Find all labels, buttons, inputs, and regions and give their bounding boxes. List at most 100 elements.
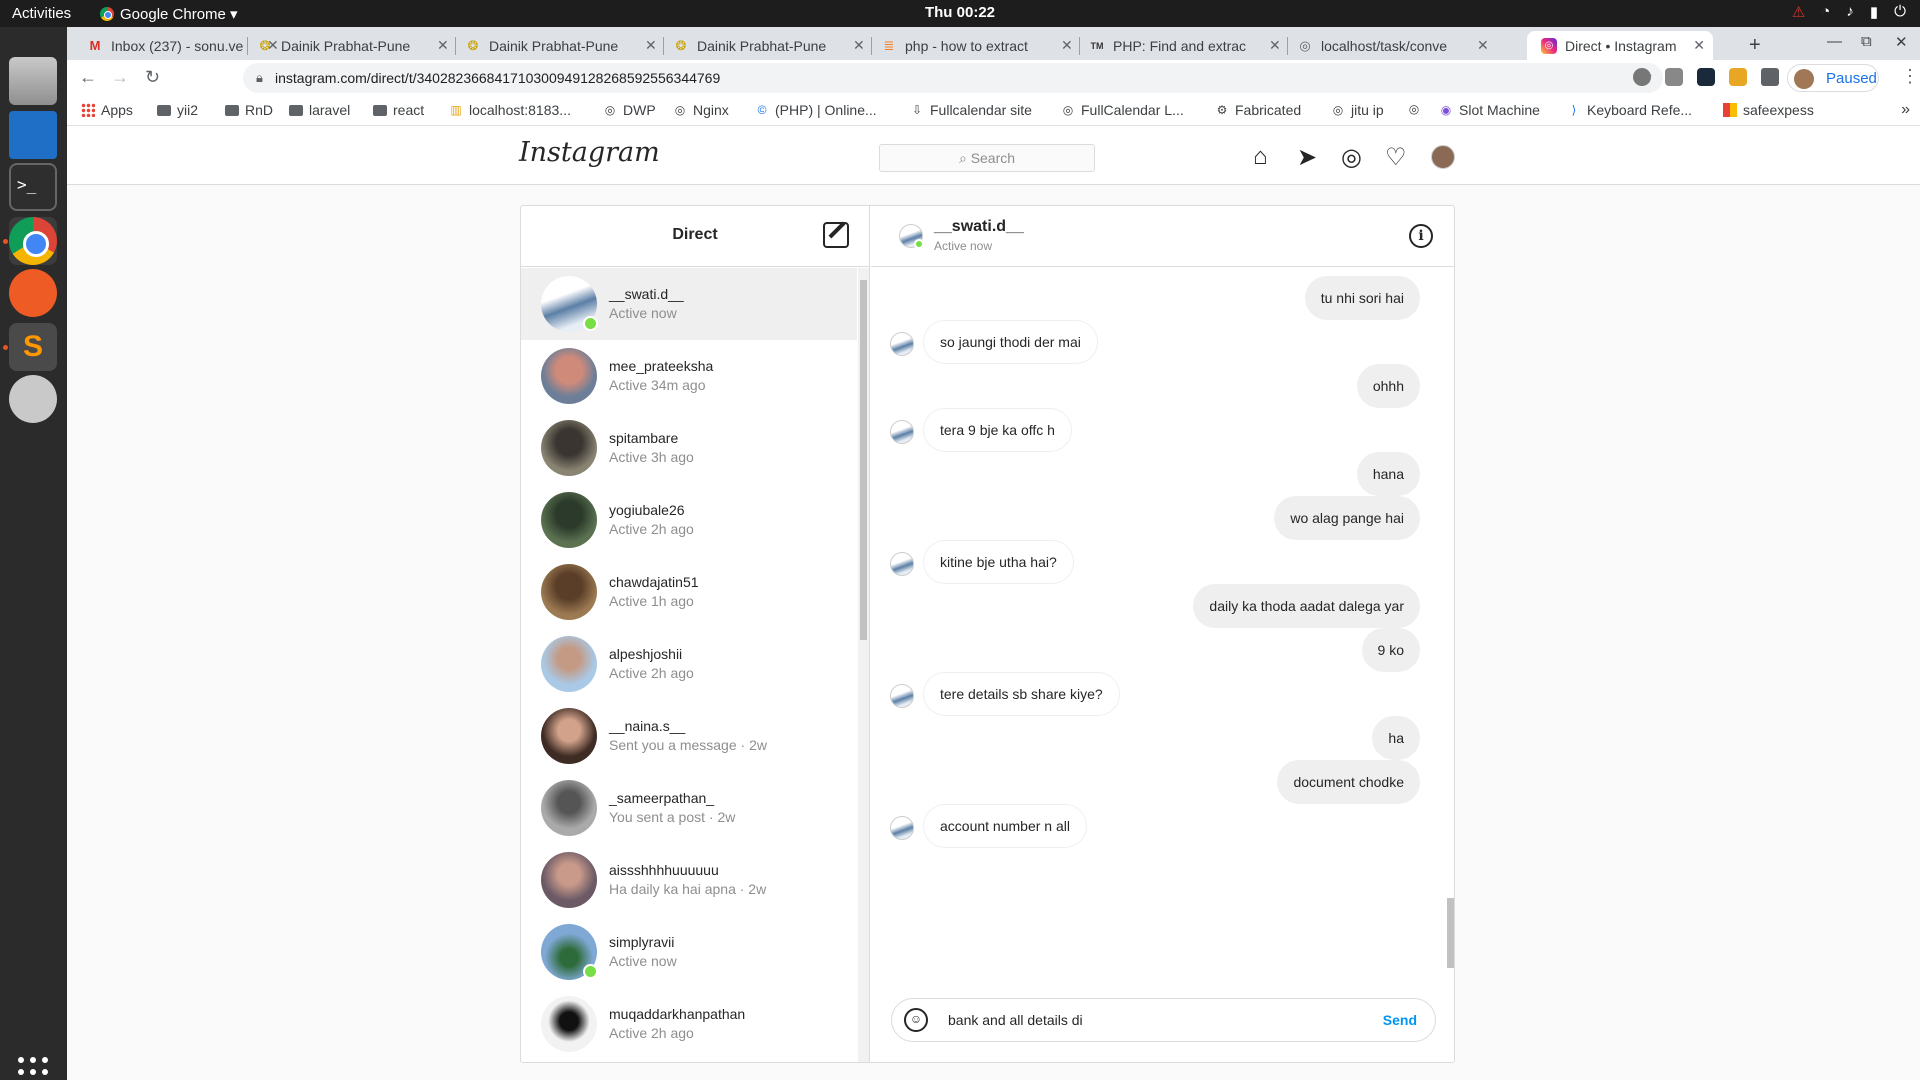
volume-icon[interactable]: ♪ bbox=[1846, 3, 1854, 21]
tab-dainik-1[interactable]: ❂ Dainik Prabhat-Pune ✕ bbox=[249, 31, 457, 60]
close-window-icon[interactable]: ✕ bbox=[1895, 33, 1908, 51]
message-input[interactable] bbox=[948, 1009, 1348, 1031]
chrome-menu-icon[interactable]: ⋮ bbox=[1901, 66, 1919, 87]
url-text[interactable]: instagram.com/direct/t/34028236684171030… bbox=[275, 70, 720, 86]
app-menu[interactable]: Google Chrome ▾ bbox=[100, 5, 238, 23]
bookmark-apps[interactable]: Apps bbox=[81, 102, 133, 118]
home-icon[interactable]: ⌂ bbox=[1253, 143, 1268, 171]
bookmark-link[interactable]: safeexpess bbox=[1723, 102, 1814, 118]
message-list: tu nhi sori hai so jaungi thodi der mai … bbox=[871, 268, 1454, 978]
settings-tools-icon[interactable] bbox=[9, 375, 57, 423]
thread-item[interactable]: alpeshjoshii Active 2h ago bbox=[521, 628, 857, 700]
close-tab-icon[interactable]: ✕ bbox=[853, 37, 865, 54]
search-input[interactable]: ⌕ Search bbox=[879, 144, 1095, 172]
send-button[interactable]: Send bbox=[1383, 1012, 1417, 1028]
sublime-text-icon[interactable]: S bbox=[9, 323, 57, 371]
warning-icon[interactable]: ⚠ bbox=[1792, 3, 1805, 21]
battery-icon[interactable]: ▮ bbox=[1870, 3, 1878, 21]
message-list-scrollbar[interactable] bbox=[1446, 268, 1454, 978]
bookmark-link[interactable]: ⇩ Fullcalendar site bbox=[910, 102, 1032, 118]
more-bookmarks-icon[interactable]: » bbox=[1901, 101, 1910, 119]
files-icon[interactable] bbox=[9, 57, 57, 105]
direct-messages-icon[interactable]: ➤ bbox=[1297, 143, 1317, 172]
profile-button[interactable]: Paused bbox=[1787, 64, 1879, 92]
back-icon[interactable]: ← bbox=[79, 67, 97, 88]
bookmark-link[interactable]: ◉ Slot Machine bbox=[1439, 102, 1540, 118]
thread-item[interactable]: aissshhhhuuuuuu Ha daily ka hai apna · 2… bbox=[521, 844, 857, 916]
activity-heart-icon[interactable]: ♡ bbox=[1385, 143, 1407, 172]
scrollbar-thumb[interactable] bbox=[860, 280, 867, 640]
explore-compass-icon[interactable]: ◎ bbox=[1341, 143, 1362, 172]
bookmark-link[interactable]: © (PHP) | Online... bbox=[755, 102, 877, 118]
profile-avatar[interactable] bbox=[1431, 145, 1455, 169]
minimize-icon[interactable]: — bbox=[1827, 33, 1842, 50]
new-tab-icon[interactable]: + bbox=[1749, 34, 1761, 57]
chrome-dock-icon[interactable] bbox=[9, 217, 57, 265]
newspaper-icon: ❂ bbox=[467, 37, 479, 53]
maximize-icon[interactable]: ⧉ bbox=[1861, 33, 1872, 50]
thread-item[interactable]: _sameerpathan_ You sent a post · 2w bbox=[521, 772, 857, 844]
tab-instagram[interactable]: ◎ Direct • Instagram ✕ bbox=[1527, 31, 1713, 60]
postman-icon[interactable] bbox=[9, 269, 57, 317]
bookmark-link[interactable]: ◎ jitu ip bbox=[1331, 102, 1384, 118]
close-tab-icon[interactable]: ✕ bbox=[437, 37, 449, 54]
bookmark-link[interactable]: ⚙ Fabricated bbox=[1215, 102, 1302, 118]
thread-name: _sameerpathan_ bbox=[609, 790, 715, 806]
tab-dainik-3[interactable]: ❂ Dainik Prabhat-Pune ✕ bbox=[665, 31, 873, 60]
bookmark-folder[interactable]: yii2 bbox=[157, 102, 198, 118]
tab-localhost[interactable]: ◎ localhost/task/conve ✕ bbox=[1289, 31, 1497, 60]
address-bar[interactable]: 🔒︎ instagram.com/direct/t/34028236684171… bbox=[243, 63, 1663, 93]
system-tray[interactable]: ⚠ ◔ ♪ ▮ ⏻ bbox=[1792, 3, 1906, 21]
bookmark-link[interactable]: ◎ bbox=[1407, 102, 1427, 116]
close-tab-icon[interactable]: ✕ bbox=[1269, 37, 1281, 54]
tab-stackoverflow[interactable]: ≣ php - how to extract ✕ bbox=[873, 31, 1081, 60]
close-tab-icon[interactable]: ✕ bbox=[1061, 37, 1073, 54]
thread-item[interactable]: chawdajatin51 Active 1h ago bbox=[521, 556, 857, 628]
clock[interactable]: Thu 00:22 bbox=[925, 4, 995, 21]
wifi-icon[interactable]: ◔ bbox=[1821, 3, 1830, 21]
thread-item[interactable]: simplyravii Active now bbox=[521, 916, 857, 988]
reload-icon[interactable]: ↻ bbox=[145, 67, 160, 88]
bookmark-link[interactable]: ◎ Nginx bbox=[673, 102, 729, 118]
tab-php-find[interactable]: TM PHP: Find and extrac ✕ bbox=[1081, 31, 1289, 60]
terminal-icon[interactable]: >_ bbox=[9, 163, 57, 211]
activities-button[interactable]: Activities bbox=[12, 5, 71, 22]
new-message-icon[interactable] bbox=[823, 222, 849, 248]
close-tab-icon[interactable]: ✕ bbox=[645, 37, 657, 54]
extension-icon[interactable] bbox=[1633, 68, 1651, 86]
info-icon[interactable]: i bbox=[1409, 224, 1433, 248]
bookmark-folder[interactable]: react bbox=[373, 102, 424, 118]
thread-item[interactable]: __naina.s__ Sent you a message · 2w bbox=[521, 700, 857, 772]
power-icon[interactable]: ⏻ bbox=[1894, 3, 1906, 21]
react-devtools-icon[interactable] bbox=[1697, 68, 1715, 86]
thread-list-scrollbar[interactable] bbox=[858, 268, 869, 1062]
thread-item[interactable]: spitambare Active 3h ago bbox=[521, 412, 857, 484]
bookmark-folder[interactable]: RnD bbox=[225, 102, 273, 118]
lock-icon[interactable]: 🔒︎ bbox=[256, 70, 263, 86]
extensions-puzzle-icon[interactable] bbox=[1761, 68, 1779, 86]
forward-icon[interactable]: → bbox=[111, 67, 129, 88]
instagram-logo[interactable]: Instagram bbox=[519, 137, 660, 168]
contact-name[interactable]: __swati.d__ bbox=[934, 218, 1024, 236]
bookmark-link[interactable]: ▥ localhost:8183... bbox=[449, 102, 571, 118]
tab-title: Direct • Instagram bbox=[1565, 37, 1677, 54]
image-extension-icon[interactable] bbox=[1729, 68, 1747, 86]
thread-item[interactable]: yogiubale26 Active 2h ago bbox=[521, 484, 857, 556]
scrollbar-thumb[interactable] bbox=[1447, 898, 1454, 968]
thread-item[interactable]: mee_prateeksha Active 34m ago bbox=[521, 340, 857, 412]
show-applications-icon[interactable] bbox=[18, 1057, 48, 1080]
tab-dainik-2[interactable]: ❂ Dainik Prabhat-Pune ✕ bbox=[457, 31, 665, 60]
thread-item[interactable]: __swati.d__ Active now bbox=[521, 268, 857, 340]
thread-item[interactable]: muqaddarkhanpathan Active 2h ago bbox=[521, 988, 857, 1060]
bookmark-label: Keyboard Refe... bbox=[1587, 102, 1693, 118]
bookmark-link[interactable]: ⟩ Keyboard Refe... bbox=[1567, 102, 1692, 118]
camera-extension-icon[interactable] bbox=[1665, 68, 1683, 86]
writer-icon[interactable] bbox=[9, 111, 57, 159]
chrome-dock-slot[interactable] bbox=[9, 217, 57, 265]
bookmark-link[interactable]: ◎ FullCalendar L... bbox=[1061, 102, 1184, 118]
close-tab-icon[interactable]: ✕ bbox=[1477, 37, 1489, 54]
emoji-icon[interactable]: ☺ bbox=[904, 1008, 928, 1032]
bookmark-link[interactable]: ◎ DWP bbox=[603, 102, 656, 118]
bookmark-folder[interactable]: laravel bbox=[289, 102, 350, 118]
close-tab-icon[interactable]: ✕ bbox=[1693, 37, 1705, 54]
